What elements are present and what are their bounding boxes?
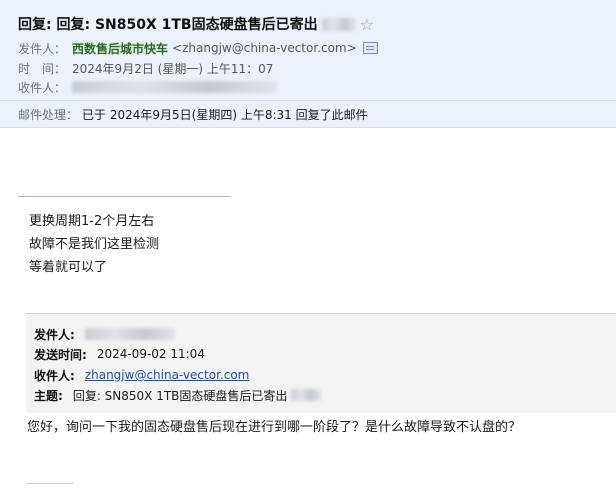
redacted-subject-suffix	[321, 17, 356, 31]
quoted-message-header: 发件人: 发送时间: 2024-09-02 11:04 收件人: zhangjw…	[26, 313, 616, 413]
email-header: 回复: 回复: SN850X 1TB固态硬盘售后已寄出 ☆ 发件人： 西数售后城…	[0, 0, 616, 128]
process-text: 已于 2024年9月5日(星期四) 上午8:31 回复了此邮件	[82, 107, 368, 122]
subject-row: 回复: 回复: SN850X 1TB固态硬盘售后已寄出 ☆	[18, 13, 374, 35]
contact-card-icon[interactable]	[362, 42, 378, 54]
quoted-from-row: 发件人:	[34, 325, 175, 343]
mail-process-row: 邮件处理： 已于 2024年9月5日(星期四) 上午8:31 回复了此邮件	[18, 106, 368, 122]
redacted-quoted-subject-suffix	[291, 389, 322, 401]
quoted-message-body: 您好，询问一下我的固态硬盘售后现在进行到哪一阶段了？是什么故障导致不认盘的？	[27, 420, 522, 435]
quoted-subject-value: 回复: SN850X 1TB固态硬盘售后已寄出	[72, 388, 288, 403]
redacted-recipient	[72, 81, 278, 93]
quoted-sent-label: 发送时间:	[34, 347, 87, 362]
redacted-quoted-sender	[84, 328, 175, 340]
star-icon[interactable]: ☆	[360, 15, 374, 34]
signature-divider	[18, 196, 231, 197]
body-line-1: 更换周期1-2个月左右	[29, 214, 155, 229]
quoted-subject-label: 主题:	[34, 388, 63, 403]
time-value: 2024年9月2日 (星期一) 上午11：07	[72, 61, 274, 76]
quoted-to-link[interactable]: zhangjw@china-vector.com	[85, 368, 250, 382]
process-label: 邮件处理：	[18, 107, 79, 122]
body-line-2: 故障不是我们这里检测	[29, 237, 160, 252]
sender-name[interactable]: 西数售后城市快车	[72, 40, 168, 57]
quoted-sent-value: 2024-09-02 11:04	[96, 347, 205, 361]
time-label: 时 间：	[18, 61, 67, 76]
time-row: 时 间： 2024年9月2日 (星期一) 上午11：07	[18, 59, 273, 77]
sender-label: 发件人：	[18, 41, 67, 56]
recipient-label: 收件人：	[18, 80, 67, 95]
quoted-from-label: 发件人:	[34, 327, 75, 342]
sender-email[interactable]: <zhangjw@china-vector.com>	[172, 41, 357, 55]
quoted-subject-row: 主题: 回复: SN850X 1TB固态硬盘售后已寄出	[34, 386, 322, 404]
recipient-row: 收件人：	[18, 78, 278, 96]
body-line-3: 等着就可以了	[29, 260, 108, 275]
quoted-to-row: 收件人: zhangjw@china-vector.com	[34, 366, 249, 384]
sender-row: 发件人： 西数售后城市快车 <zhangjw@china-vector.com>	[18, 39, 378, 57]
email-subject: 回复: 回复: SN850X 1TB固态硬盘售后已寄出	[18, 17, 318, 33]
quoted-to-label: 收件人:	[34, 368, 75, 383]
footer-divider	[26, 483, 74, 484]
header-divider	[0, 100, 616, 101]
quoted-sent-row: 发送时间: 2024-09-02 11:04	[34, 345, 205, 363]
